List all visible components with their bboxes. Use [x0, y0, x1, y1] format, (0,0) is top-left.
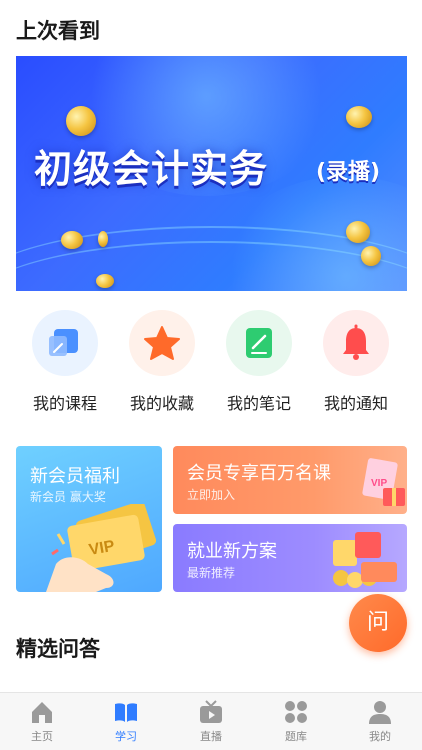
- app-page: 上次看到 初级会计实务 (录播) 我的课程 我的收藏 我的笔记 我的通知 新会员…: [0, 0, 422, 750]
- my-courses-label: 我的课程: [32, 394, 97, 413]
- tab-study-label: 学习: [115, 730, 137, 743]
- employment-title: 就业新方案: [187, 541, 277, 562]
- my-favorites-label: 我的收藏: [129, 394, 194, 413]
- home-icon: [29, 699, 55, 725]
- vip-card-badge-text: VIP: [371, 478, 387, 489]
- coin-icon: [346, 221, 370, 243]
- new-member-card[interactable]: 新会员福利 新会员 赢大奖 VIP: [16, 446, 162, 592]
- vip-courses-card[interactable]: 会员专享百万名课 立即加入 VIP: [173, 446, 407, 514]
- my-notes-button[interactable]: 我的笔记: [214, 310, 304, 414]
- tab-home-label: 主页: [31, 730, 53, 743]
- coin-icon: [98, 231, 108, 247]
- qa-section-title: 精选问答: [16, 637, 100, 661]
- tab-profile[interactable]: 我的: [350, 699, 410, 744]
- tab-question-bank[interactable]: 题库: [266, 699, 326, 744]
- my-favorites-button[interactable]: 我的收藏: [117, 310, 207, 414]
- my-notifications-label: 我的通知: [323, 394, 388, 413]
- vip-courses-subtitle: 立即加入: [187, 488, 236, 502]
- tab-question-bank-label: 题库: [285, 730, 307, 743]
- my-notes-label: 我的笔记: [226, 394, 291, 413]
- recent-section-title: 上次看到: [16, 19, 100, 43]
- bottom-tab-bar: 主页 学习 直播 题库 我的: [0, 692, 422, 750]
- quick-actions: 我的课程 我的收藏 我的笔记 我的通知: [0, 310, 422, 420]
- course-banner[interactable]: 初级会计实务 (录播): [16, 56, 407, 291]
- book-icon: [113, 699, 139, 725]
- user-icon: [367, 699, 393, 725]
- new-member-subtitle: 新会员 赢大奖: [30, 490, 106, 504]
- tab-home[interactable]: 主页: [12, 699, 72, 744]
- banner-title: 初级会计实务: [34, 147, 269, 191]
- tab-study[interactable]: 学习: [96, 699, 156, 744]
- banner-wave: [16, 56, 407, 96]
- vip-card-illustration: VIP: [46, 504, 157, 592]
- my-courses-button[interactable]: 我的课程: [20, 310, 110, 414]
- coin-icon: [361, 246, 381, 266]
- vip-courses-title: 会员专享百万名课: [187, 463, 331, 484]
- grid-icon: [283, 699, 309, 725]
- tab-live[interactable]: 直播: [181, 699, 241, 744]
- coin-icon: [61, 231, 83, 249]
- coin-icon: [66, 106, 96, 136]
- tab-profile-label: 我的: [369, 730, 391, 743]
- star-icon: [129, 310, 195, 376]
- employment-subtitle: 最新推荐: [187, 566, 236, 580]
- vip-gift-icon: VIP: [362, 458, 405, 506]
- my-notifications-button[interactable]: 我的通知: [311, 310, 401, 414]
- note-icon: [226, 310, 292, 376]
- tv-icon: [198, 699, 224, 725]
- coin-icon: [346, 106, 372, 128]
- treasure-icon: [333, 532, 397, 588]
- coin-icon: [96, 274, 114, 288]
- employment-card[interactable]: 就业新方案 最新推荐: [173, 524, 407, 592]
- ask-question-button[interactable]: 问: [349, 594, 407, 652]
- bell-icon: [323, 310, 389, 376]
- course-icon: [32, 310, 98, 376]
- new-member-title: 新会员福利: [30, 466, 120, 487]
- banner-subtitle: (录播): [316, 160, 381, 185]
- tab-live-label: 直播: [200, 730, 222, 743]
